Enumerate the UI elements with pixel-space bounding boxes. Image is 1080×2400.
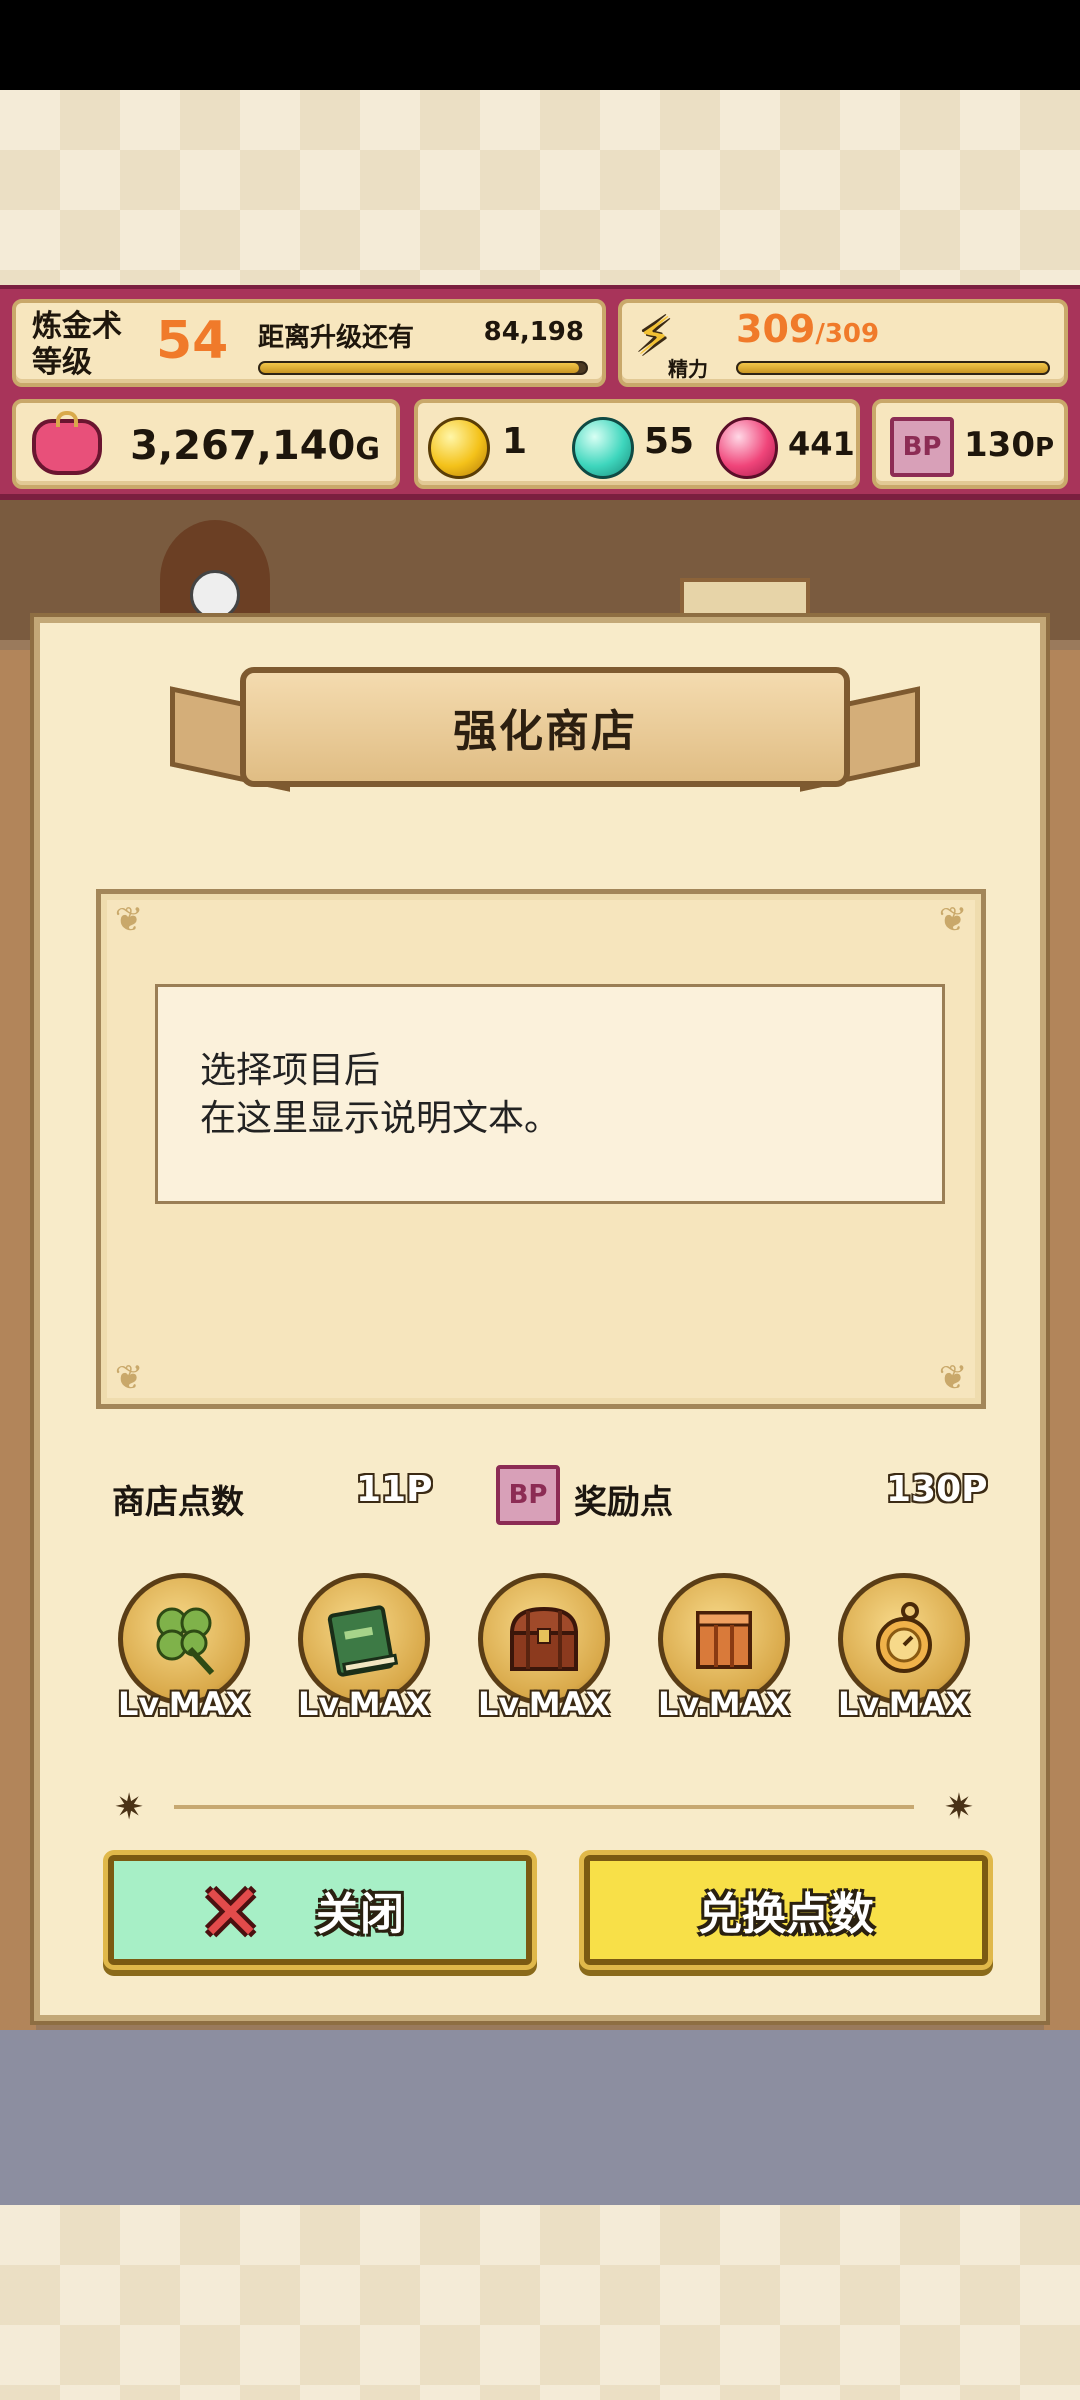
leaf-corner-icon: ❦	[114, 1358, 144, 1398]
exp-progress-fill	[260, 363, 580, 373]
clover-icon	[156, 1607, 215, 1676]
exp-progress-bar	[258, 361, 588, 375]
upgrade-level: Lv.MAX	[297, 1685, 431, 1723]
teal-gem-count: 55	[644, 421, 695, 462]
close-icon: ✕	[198, 1869, 264, 1959]
coin-purse-icon	[32, 411, 102, 475]
upgrade-item-crate[interactable]: Lv.MAX	[654, 1573, 794, 1743]
reward-points-value: 130P	[886, 1469, 988, 1510]
description-line-2: 在这里显示说明文本。	[200, 1098, 561, 1139]
upgrade-level: Lv.MAX	[117, 1685, 251, 1723]
exchange-button-label: 兑换点数	[698, 1889, 874, 1940]
sparkle-icon: ✷	[943, 1787, 974, 1828]
points-row: 商店点数 11P BP 奖励点 130P	[40, 1453, 1052, 1533]
alchemy-level-box: 炼金术 等级 54 距离升级还有 84,198	[12, 299, 606, 387]
teal-gem-icon	[572, 417, 634, 479]
upgrade-item-book[interactable]: Lv.MAX	[294, 1573, 434, 1743]
pink-gem-count: 441	[788, 425, 855, 463]
upgrade-item-stopwatch[interactable]: Lv.MAX	[834, 1573, 974, 1743]
shelf-left	[0, 650, 36, 2030]
hud-panel: 炼金术 等级 54 距离升级还有 84,198 ⚡ 精力 309/309 3,2…	[0, 285, 1080, 500]
description-line-1: 选择项目后	[200, 1050, 381, 1091]
next-level-label: 距离升级还有	[258, 323, 415, 353]
next-level-value: 84,198	[483, 317, 584, 347]
yellow-gem-icon	[428, 417, 490, 479]
leaf-corner-icon: ❦	[938, 1358, 968, 1398]
upgrade-item-clover[interactable]: Lv.MAX	[114, 1573, 254, 1743]
gold-box[interactable]: 3,267,140G	[12, 399, 400, 489]
upgrade-level: Lv.MAX	[477, 1685, 611, 1723]
close-button[interactable]: ✕ 关闭	[108, 1855, 532, 1965]
alchemy-level-value: 54	[156, 311, 229, 371]
bp-points-value: 130P	[964, 425, 1055, 465]
description-paper: 选择项目后 在这里显示说明文本。	[155, 984, 945, 1204]
divider-line	[174, 1805, 914, 1809]
upgrade-shop-dialog: 强化商店 ❦ ❦ ❦ ❦ 选择项目后 在这里显示说明文本。 商店点数 11P B…	[34, 617, 1046, 2021]
upgrade-items-row: Lv.MAX Lv.MAX Lv.MAX Lv.MAX Lv.MAX	[84, 1573, 1004, 1743]
crate-icon	[696, 1611, 752, 1669]
sparkle-icon: ✷	[114, 1787, 145, 1828]
energy-box: ⚡ 精力 309/309	[618, 299, 1068, 387]
bp-points-box[interactable]: BP 130P	[872, 399, 1068, 489]
upgrade-item-chest[interactable]: Lv.MAX	[474, 1573, 614, 1743]
exchange-points-button[interactable]: 兑换点数	[584, 1855, 988, 1965]
alchemy-level-label: 炼金术 等级	[32, 309, 122, 380]
system-status-bar	[0, 0, 1080, 90]
energy-progress-fill	[738, 363, 1048, 373]
gems-box[interactable]: 1 55 441	[414, 399, 860, 489]
energy-max: /309	[815, 319, 880, 349]
shelf-right	[1044, 650, 1080, 2030]
close-button-label: 关闭	[316, 1889, 404, 1940]
background-pattern-top	[0, 90, 1080, 285]
shop-sign	[680, 578, 810, 618]
energy-value: 309/309	[736, 307, 879, 351]
gold-value: 3,267,140G	[130, 423, 380, 469]
scene-floor	[0, 2030, 1080, 2205]
energy-progress-bar	[736, 361, 1050, 375]
shop-points-value: 11P	[356, 1469, 433, 1510]
bp-icon: BP	[496, 1465, 560, 1525]
leaf-corner-icon: ❦	[938, 900, 968, 940]
yellow-gem-count: 1	[502, 421, 528, 462]
banner-scroll: 强化商店	[240, 667, 850, 787]
upgrade-level: Lv.MAX	[837, 1685, 971, 1723]
upgrade-level: Lv.MAX	[657, 1685, 791, 1723]
book-icon	[327, 1605, 399, 1677]
reward-points-label: 奖励点	[574, 1482, 673, 1521]
description-frame: ❦ ❦ ❦ ❦ 选择项目后 在这里显示说明文本。	[96, 889, 986, 1409]
title-banner: 强化商店	[170, 659, 920, 799]
background-pattern-bottom	[0, 2205, 1080, 2400]
shop-points-label: 商店点数	[112, 1482, 244, 1521]
energy-label: 精力	[668, 357, 708, 381]
pink-gem-icon	[716, 417, 778, 479]
leaf-corner-icon: ❦	[114, 900, 144, 940]
bp-icon: BP	[890, 417, 954, 477]
treasure-chest-icon	[509, 1606, 579, 1671]
energy-current: 309	[736, 307, 816, 351]
dialog-title: 强化商店	[453, 706, 637, 757]
decorative-divider: ✷ ✷	[114, 1787, 974, 1828]
stopwatch-icon	[876, 1602, 932, 1673]
